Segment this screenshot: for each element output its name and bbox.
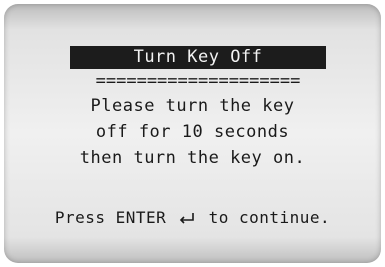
- enter-return-icon: [180, 213, 195, 224]
- footer-continue: to continue.: [208, 208, 331, 227]
- footer-press-enter: Press ENTER: [54, 208, 167, 227]
- message-line-2: off for 10 seconds: [95, 122, 290, 142]
- message-line-1: Please turn the key: [90, 96, 295, 116]
- message-line-3: then turn the key on.: [79, 148, 306, 168]
- footer-instruction: Press ENTER to continue.: [4, 206, 381, 230]
- screen-title: Turn Key Off: [70, 46, 326, 69]
- lcd-screen: Turn Key Off ==================== Please…: [4, 4, 381, 263]
- title-separator: ====================: [95, 71, 301, 91]
